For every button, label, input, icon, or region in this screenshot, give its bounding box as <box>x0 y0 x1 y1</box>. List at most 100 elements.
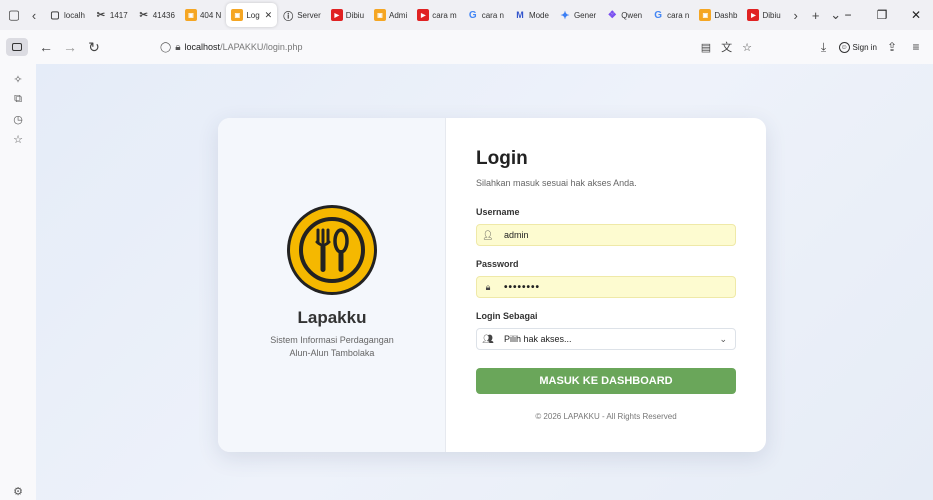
toolbar-right: ⤓ ☺ Sign in ⇪ ≡ <box>815 30 933 64</box>
window-controls: − ❐ ✕ <box>831 0 933 30</box>
url-bar[interactable]: ◯ 🔒︎ localhost/LAPAKKU/login.php ▤ 文 ☆ <box>160 34 760 60</box>
users-group-icon: 👥︎ <box>482 333 494 344</box>
login-form: Login Silahkan masuk sesuai hak akses An… <box>446 118 766 452</box>
page-content: Lapakku Sistem Informasi Perdagangan Alu… <box>36 64 933 500</box>
back-icon[interactable]: ← <box>34 35 58 59</box>
navigation-bar: ← → ↻ ◯ 🔒︎ localhost/LAPAKKU/login.php ▤… <box>0 30 933 64</box>
tab-label: Mode <box>528 10 549 20</box>
tab[interactable]: Gcara n <box>647 3 694 27</box>
tab-label: Dibiu <box>345 10 365 20</box>
tab-active[interactable]: ▣ Log ✕ <box>226 3 278 27</box>
tab[interactable]: ❖ Qwen <box>601 3 647 27</box>
tab-label: Gener <box>573 10 597 20</box>
tab-label: cara n <box>481 10 504 20</box>
new-tab-icon[interactable]: + <box>806 4 826 26</box>
google-icon: G <box>468 9 477 21</box>
tab-scroll-right-icon[interactable]: › <box>786 4 806 26</box>
tab[interactable]: ▢ localh <box>44 3 90 27</box>
brand-name: Lapakku <box>297 308 367 327</box>
history-icon[interactable]: ◷ <box>11 112 25 126</box>
translate-icon[interactable]: 文 <box>721 39 732 55</box>
username-label: Username <box>476 207 520 217</box>
tab-label: localh <box>64 10 85 20</box>
reload-icon[interactable]: ↻ <box>82 35 106 59</box>
share-icon[interactable]: ⇪ <box>883 40 901 54</box>
minimize-icon[interactable]: − <box>831 0 865 30</box>
tab-label: Qwen <box>621 10 643 20</box>
sign-in-button[interactable]: ☺ Sign in <box>838 41 877 53</box>
tab[interactable]: ▶ cara m <box>412 3 461 27</box>
tab[interactable]: ✂ 41436 <box>133 3 180 27</box>
settings-gear-icon[interactable]: ⚙ <box>11 484 25 498</box>
password-label: Password <box>476 259 519 269</box>
tab[interactable]: ▶ Dibiu <box>742 3 785 27</box>
url-host: localhost <box>184 42 221 52</box>
brand-panel: Lapakku Sistem Informasi Perdagangan Alu… <box>218 118 446 452</box>
tab[interactable]: ✦ Gener <box>554 3 601 27</box>
lock-page-icon[interactable]: 🔒︎ <box>175 42 180 53</box>
synced-tabs-icon[interactable]: ⧉ <box>11 92 25 106</box>
tab[interactable]: ⓘ Server <box>277 3 326 27</box>
bookmark-star-icon[interactable]: ☆ <box>742 41 752 54</box>
doc-icon: ▢ <box>50 9 60 21</box>
tab-label: Log <box>246 10 260 20</box>
close-window-icon[interactable]: ✕ <box>899 0 933 30</box>
downloads-icon[interactable]: ⤓ <box>815 40 833 55</box>
tab-overview-icon[interactable]: ▢ <box>4 4 24 26</box>
restore-icon[interactable]: ❐ <box>865 0 899 30</box>
login-title: Login <box>476 148 528 169</box>
tab[interactable]: Gcara n <box>462 3 509 27</box>
youtube-icon: ▶ <box>747 9 760 21</box>
tab-list: ▢ localh ✂ 1417 ✂ 41436 ▣ 404 N ▣ Log ✕ ⓘ Server ▶ Dib… <box>44 0 786 30</box>
login-submit-button[interactable]: MASUK KE DASHBOARD <box>476 368 736 394</box>
copyright-footer: © 2026 LAPAKKU - All Rights Reserved <box>535 412 677 421</box>
tab-strip: ▢ ‹ ▢ localh ✂ 1417 ✂ 41436 ▣ 404 N ▣ Log ✕ ⓘ Server… <box>0 0 933 30</box>
sidebar-toggle-icon[interactable] <box>6 38 28 56</box>
password-field[interactable]: 🔒︎ •••••••• <box>476 276 736 298</box>
box-icon: ▣ <box>699 9 712 21</box>
reader-view-icon[interactable]: ▤ <box>701 41 711 54</box>
tab-label: Admi <box>389 10 408 20</box>
lock-icon: 🔒︎ <box>485 281 491 292</box>
box-icon: ▣ <box>184 9 197 21</box>
url-actions: ▤ 文 ☆ <box>701 39 752 55</box>
tab-label: Server <box>297 10 321 20</box>
menu-icon[interactable]: ≡ <box>907 40 925 54</box>
tagline-line-1: Sistem Informasi Perdagangan <box>270 335 394 345</box>
gemini-icon: ✦ <box>560 9 570 22</box>
tab[interactable]: ✂ 1417 <box>90 3 133 27</box>
tab-label: 404 N <box>199 10 222 20</box>
bookmarks-icon[interactable]: ☆ <box>11 132 25 146</box>
tab[interactable]: ▣ 404 N <box>180 3 226 27</box>
scissors-icon: ✂ <box>96 9 106 21</box>
url-path: /LAPAKKU/login.php <box>220 42 303 52</box>
plate-cutlery-logo-icon <box>287 205 377 295</box>
tab-scroll-left-icon[interactable]: ‹ <box>24 4 44 26</box>
password-value[interactable]: •••••••• <box>499 282 540 293</box>
ai-chat-icon[interactable]: ✧ <box>11 72 25 86</box>
user-icon: 👤︎ <box>482 229 494 240</box>
username-value[interactable]: admin <box>499 230 529 240</box>
browser-sidebar: ✧ ⧉ ◷ ☆ ⚙ <box>0 64 36 500</box>
url-text[interactable]: localhost/LAPAKKU/login.php <box>185 42 303 52</box>
username-field[interactable]: 👤︎ admin <box>476 224 736 246</box>
box-icon: ▣ <box>374 9 387 21</box>
role-select[interactable]: 👥︎ Pilih hak akses... ⌄ <box>476 328 736 350</box>
login-subtitle: Silahkan masuk sesuai hak akses Anda. <box>476 178 637 188</box>
qwen-icon: ❖ <box>607 9 617 21</box>
box-icon: ▣ <box>231 9 244 21</box>
tab[interactable]: ▣ Dashb <box>694 3 742 27</box>
tab[interactable]: M Mode <box>509 3 554 27</box>
forward-icon[interactable]: → <box>58 35 82 59</box>
tab-label: Dibiu <box>762 10 781 20</box>
chevron-down-icon: ⌄ <box>719 333 727 344</box>
role-label: Login Sebagai <box>476 311 538 321</box>
tab-label: 41436 <box>152 10 175 20</box>
meta-icon: M <box>516 10 524 20</box>
tab[interactable]: ▶ Dibiu <box>326 3 369 27</box>
tab[interactable]: ▣ Admi <box>369 3 412 27</box>
tab-close-icon[interactable]: ✕ <box>265 10 273 21</box>
info-icon: ⓘ <box>283 11 294 23</box>
shield-icon[interactable]: ◯ <box>160 42 171 53</box>
tab-label: Dashb <box>714 10 738 20</box>
